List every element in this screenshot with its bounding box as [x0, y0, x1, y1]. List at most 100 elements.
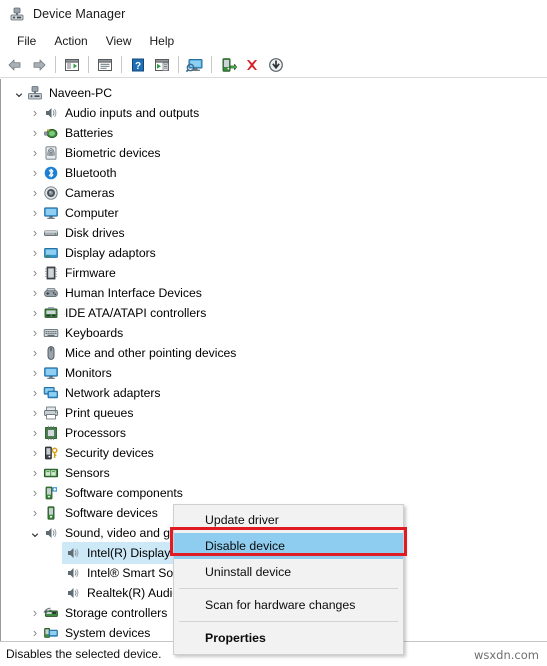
menu-view[interactable]: View: [97, 32, 141, 50]
tree-item-computer[interactable]: › Computer: [1, 203, 547, 223]
chevron-right-icon[interactable]: ›: [27, 463, 43, 483]
system-device-icon: [43, 625, 59, 641]
chevron-right-icon[interactable]: ›: [27, 103, 43, 123]
chevron-right-icon[interactable]: ›: [27, 163, 43, 183]
tree-item-content: System devices: [43, 623, 150, 641]
properties-button[interactable]: [94, 54, 116, 76]
tree-item-content: Bluetooth: [43, 163, 117, 183]
tree-item-batteries[interactable]: › Batteries: [1, 123, 547, 143]
disable-device-button[interactable]: [265, 54, 287, 76]
window-title: Device Manager: [33, 7, 126, 21]
tree-item-naveen-pc[interactable]: ⌄ Naveen-PC: [1, 83, 547, 103]
menu-action[interactable]: Action: [45, 32, 96, 50]
keyboard-icon: [43, 329, 59, 338]
tree-item-cameras[interactable]: › Cameras: [1, 183, 547, 203]
tree-item-software-components[interactable]: › Software components: [1, 483, 547, 503]
tree-item-ide-ata-atapi-controllers[interactable]: › IDE ATA/ATAPI controllers: [1, 303, 547, 323]
chevron-right-icon[interactable]: ›: [27, 123, 43, 143]
tree-item-audio-inputs-and-outputs[interactable]: › Audio inputs and outputs: [1, 103, 547, 123]
tree-item-label: Intel® Smart Sou: [87, 566, 180, 580]
chevron-right-icon[interactable]: ›: [27, 303, 43, 323]
toolbar: ?: [0, 52, 547, 78]
scan-hardware-changes-button[interactable]: [184, 54, 206, 76]
context-menu[interactable]: Update driver Disable device Uninstall dev…: [173, 504, 404, 655]
speaker-icon: [65, 565, 81, 581]
svg-text:?: ?: [135, 61, 141, 72]
tree-item-monitors[interactable]: › Monitors: [1, 363, 547, 383]
chevron-down-icon[interactable]: ⌄: [11, 85, 27, 100]
ctx-separator-1: [179, 588, 398, 589]
show-hide-console-tree-button[interactable]: [61, 54, 83, 76]
tree-item-display-adaptors[interactable]: › Display adaptors: [1, 243, 547, 263]
chevron-right-icon[interactable]: ›: [27, 503, 43, 523]
help-button[interactable]: ?: [127, 54, 149, 76]
tree-item-label: Network adapters: [65, 386, 161, 400]
tree-item-label: Batteries: [65, 126, 114, 140]
chevron-right-icon[interactable]: ›: [27, 603, 43, 623]
uninstall-device-button[interactable]: [241, 54, 263, 76]
tree-item-content: Keyboards: [43, 323, 123, 343]
chevron-right-icon[interactable]: ›: [27, 623, 43, 641]
tree-item-label: System devices: [65, 626, 151, 640]
forward-button[interactable]: [28, 54, 50, 76]
toolbar-separator-5: [211, 56, 212, 73]
context-menu-item-label: Uninstall device: [205, 565, 292, 579]
update-driver-button[interactable]: [217, 54, 239, 76]
back-button[interactable]: [4, 54, 26, 76]
fingerprint-icon: [45, 146, 57, 160]
chevron-right-icon[interactable]: ›: [27, 443, 43, 463]
ctx-update-driver[interactable]: Update driver: [174, 507, 403, 533]
tree-item-network-adapters[interactable]: › Network adapters: [1, 383, 547, 403]
chevron-right-icon[interactable]: ›: [27, 423, 43, 443]
tree-item-biometric-devices[interactable]: › Biometric devices: [1, 143, 547, 163]
ctx-disable-device[interactable]: Disable device: [174, 533, 403, 559]
printer-icon: [43, 405, 59, 421]
tree-item-label: Processors: [65, 426, 126, 440]
tree-item-disk-drives[interactable]: › Disk drives: [1, 223, 547, 243]
battery-icon: [43, 125, 59, 141]
chevron-right-icon[interactable]: ›: [27, 143, 43, 163]
chevron-right-icon[interactable]: ›: [27, 203, 43, 223]
tree-item-label: Software devices: [65, 506, 158, 520]
sensor-icon: [43, 465, 59, 481]
chevron-right-icon[interactable]: ›: [27, 223, 43, 243]
ctx-scan-for-hardware-changes[interactable]: Scan for hardware changes: [174, 592, 403, 618]
chevron-right-icon[interactable]: ›: [27, 283, 43, 303]
chevron-right-icon[interactable]: ›: [27, 323, 43, 343]
tree-item-content: Security devices: [43, 443, 154, 463]
tree-item-bluetooth[interactable]: › Bluetooth: [1, 163, 547, 183]
menu-file[interactable]: File: [8, 32, 45, 50]
software-device-icon: [43, 505, 59, 521]
network-adapter-icon: [43, 385, 59, 401]
chevron-right-icon[interactable]: ›: [27, 243, 43, 263]
monitor-icon: [44, 367, 58, 379]
tree-item-security-devices[interactable]: › Security devices: [1, 443, 547, 463]
menu-help[interactable]: Help: [141, 32, 184, 50]
show-hide-action-pane-button[interactable]: [151, 54, 173, 76]
tree-item-mice-and-other-pointing-devices[interactable]: › Mice and other pointing devices: [1, 343, 547, 363]
chevron-right-icon[interactable]: ›: [27, 483, 43, 503]
processor-icon: [45, 425, 57, 441]
tree-item-label: Biometric devices: [65, 146, 161, 160]
chevron-right-icon[interactable]: ›: [27, 183, 43, 203]
sensor-icon: [43, 468, 59, 478]
tree-item-print-queues[interactable]: › Print queues: [1, 403, 547, 423]
tree-item-content: Realtek(R) Audio: [65, 583, 179, 603]
chevron-right-icon[interactable]: ›: [27, 403, 43, 423]
tree-item-human-interface-devices[interactable]: › Human Interface Devices: [1, 283, 547, 303]
disk-drive-icon: [43, 225, 59, 241]
chevron-right-icon[interactable]: ›: [27, 343, 43, 363]
titlebar: Device Manager: [0, 0, 547, 29]
context-menu-item-label: Update driver: [205, 513, 279, 527]
tree-item-sensors[interactable]: › Sensors: [1, 463, 547, 483]
chevron-right-icon[interactable]: ›: [27, 263, 43, 283]
chevron-right-icon[interactable]: ›: [27, 363, 43, 383]
ctx-uninstall-device[interactable]: Uninstall device: [174, 559, 403, 585]
chevron-down-icon[interactable]: ⌄: [27, 525, 43, 540]
ctx-properties[interactable]: Properties: [174, 625, 403, 651]
tree-item-processors[interactable]: › Processors: [1, 423, 547, 443]
tree-item-firmware[interactable]: › Firmware: [1, 263, 547, 283]
tree-item-keyboards[interactable]: › Keyboards: [1, 323, 547, 343]
gamepad-icon: [44, 288, 58, 298]
chevron-right-icon[interactable]: ›: [27, 383, 43, 403]
